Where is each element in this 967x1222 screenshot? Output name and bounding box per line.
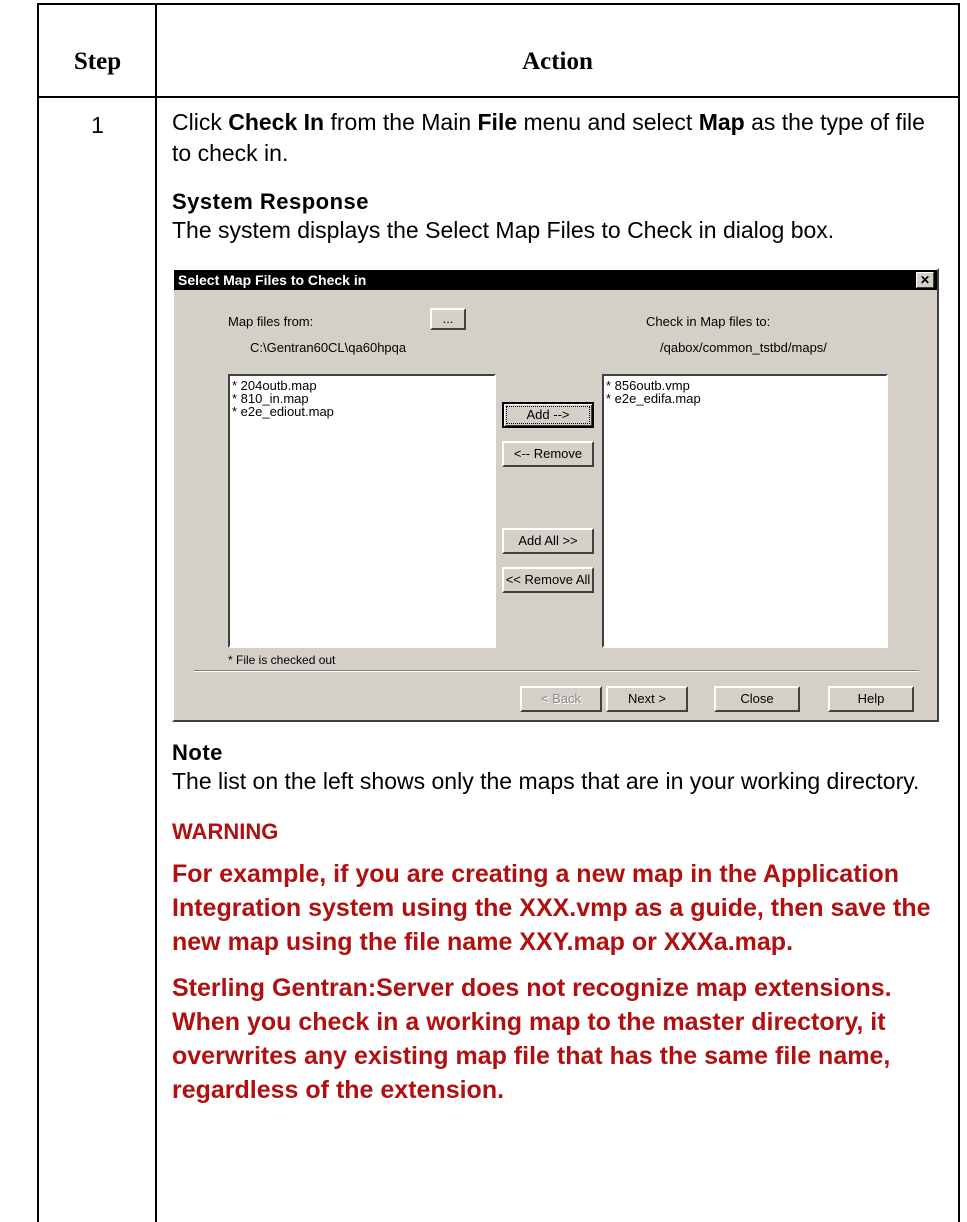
remove-all-button[interactable]: << Remove All: [502, 567, 594, 593]
help-button[interactable]: Help: [828, 686, 914, 712]
warning-heading: WARNING: [172, 819, 279, 844]
table-border-right: [958, 3, 960, 1222]
table-border-top: [37, 3, 960, 5]
checked-out-footnote: * File is checked out: [228, 653, 336, 667]
system-response-heading: System Response: [172, 189, 370, 214]
notes-section: Note The list on the left shows only the…: [172, 740, 947, 1107]
select-map-files-dialog: Select Map Files to Check in ✕ Map files…: [172, 268, 939, 722]
close-icon[interactable]: ✕: [916, 272, 934, 288]
source-path: C:\Gentran60CL\qa60hpqa: [250, 340, 407, 355]
system-response-text: The system displays the Select Map Files…: [172, 217, 835, 243]
action-cell: Click Check In from the Main File menu a…: [172, 107, 947, 246]
dialog-title: Select Map Files to Check in: [178, 272, 367, 288]
note-text: The list on the left shows only the maps…: [172, 768, 920, 794]
source-map-list[interactable]: * 204outb.map * 810_in.map * e2e_ediout.ma…: [228, 374, 496, 648]
next-button[interactable]: Next >: [606, 686, 688, 712]
remove-button[interactable]: <-- Remove: [502, 441, 594, 467]
map-files-from-label: Map files from:: [228, 314, 314, 329]
source-map-item[interactable]: * e2e_ediout.map: [232, 405, 492, 418]
action-column-header: Action: [522, 48, 593, 75]
table-border-left: [37, 3, 39, 1222]
back-button[interactable]: < Back: [520, 686, 602, 712]
note-heading: Note: [172, 740, 223, 765]
close-button[interactable]: Close: [714, 686, 800, 712]
instruction-text: Click Check In from the Main File menu a…: [172, 109, 925, 166]
table-column-divider: [155, 3, 157, 1222]
table-header-divider: [37, 96, 960, 98]
warning-paragraph-2: Sterling Gentran:Server does not recogni…: [172, 974, 892, 1104]
browse-button[interactable]: ...: [430, 308, 466, 330]
dialog-title-bar: Select Map Files to Check in ✕: [174, 270, 937, 290]
warning-paragraph-1: For example, if you are creating a new m…: [172, 860, 931, 956]
destination-map-item[interactable]: * e2e_edifa.map: [606, 392, 884, 405]
destination-map-list[interactable]: * 856outb.vmp * e2e_edifa.map: [602, 374, 888, 648]
check-in-to-label: Check in Map files to:: [646, 314, 771, 329]
destination-path: /qabox/common_tstbd/maps/: [660, 340, 827, 355]
step-number: 1: [91, 112, 104, 138]
add-button[interactable]: Add -->: [502, 402, 594, 428]
step-column-header: Step: [73, 48, 122, 75]
add-all-button[interactable]: Add All >>: [502, 528, 594, 554]
dialog-separator: [194, 670, 919, 672]
